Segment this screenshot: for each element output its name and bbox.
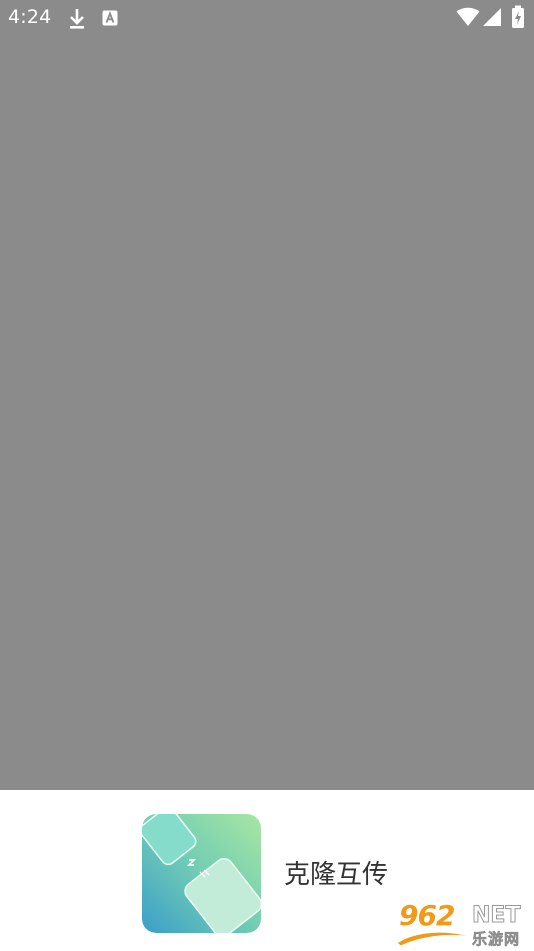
watermark-site-name: 乐游网 — [472, 930, 521, 949]
watermark-suffix: NET — [471, 903, 521, 929]
battery-charging-icon — [512, 5, 524, 28]
signal-icon — [483, 8, 501, 26]
status-bar: 4:24 — [0, 0, 534, 36]
app-name: 克隆互传 — [284, 860, 389, 890]
wifi-icon — [456, 7, 480, 26]
splash-area — [0, 36, 534, 790]
clone-transfer-logo-icon — [142, 814, 261, 933]
watermark-number: 962 — [399, 899, 455, 932]
status-time: 4:24 — [8, 6, 52, 28]
watermark-962-logo: 962 NET 乐游网 — [395, 899, 531, 949]
download-icon — [70, 9, 84, 29]
keyboard-a-icon — [102, 10, 118, 26]
